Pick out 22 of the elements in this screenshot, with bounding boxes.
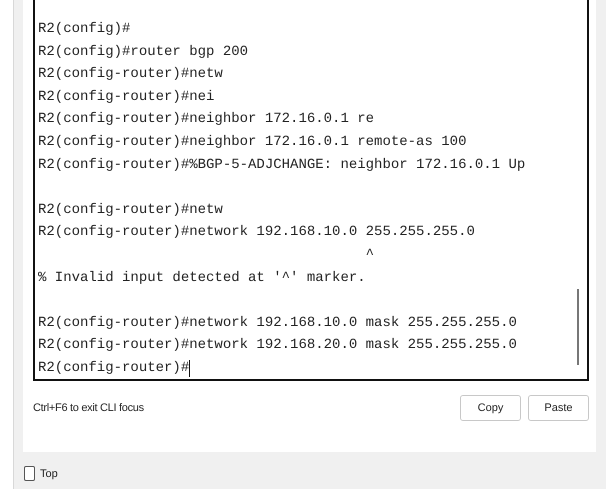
terminal-line: R2(config-router)#netw	[38, 200, 223, 220]
checkbox-label: Top	[40, 468, 58, 480]
terminal-line: R2(config)#	[38, 20, 130, 39]
focus-hint: Ctrl+F6 to exit CLI focus	[33, 402, 144, 414]
terminal-line: R2(config-router)#netw	[38, 65, 223, 84]
terminal-line: R2(config-router)#neighbor 172.16.0.1 re	[38, 110, 374, 130]
copy-button[interactable]: Copy	[460, 395, 521, 421]
scrollbar-thumb[interactable]	[577, 289, 579, 365]
terminal-line: ^	[364, 246, 374, 265]
terminal-line: R2(config-router)#network 192.168.10.0 mask 255.255.255.0	[38, 314, 517, 333]
terminal-line: R2(config-router)#neighbor 172.16.0.1 remote-as 100	[38, 132, 466, 152]
terminal-line: R2(config-router)#nei	[38, 88, 214, 107]
paste-button[interactable]: Paste	[528, 395, 589, 421]
terminal-line: % Invalid input detected at '^' marker.	[38, 268, 366, 288]
terminal-line: R2(config-router)#network 192.168.10.0 255.255.255.0	[38, 223, 475, 242]
terminal-line: R2(config-router)#%BGP-5-ADJCHANGE: neighbor 172.16.0.1 Up	[38, 156, 526, 175]
terminal-line: R2(config)#router bgp 200	[38, 42, 248, 62]
top-checkbox[interactable]	[24, 466, 35, 481]
terminal-line: R2(config-router)#network 192.168.20.0 mask 255.255.255.0	[38, 336, 517, 356]
terminal-line: R2(config-router)#	[38, 358, 190, 378]
terminal-console[interactable]	[33, 0, 589, 381]
text-cursor	[189, 360, 190, 377]
